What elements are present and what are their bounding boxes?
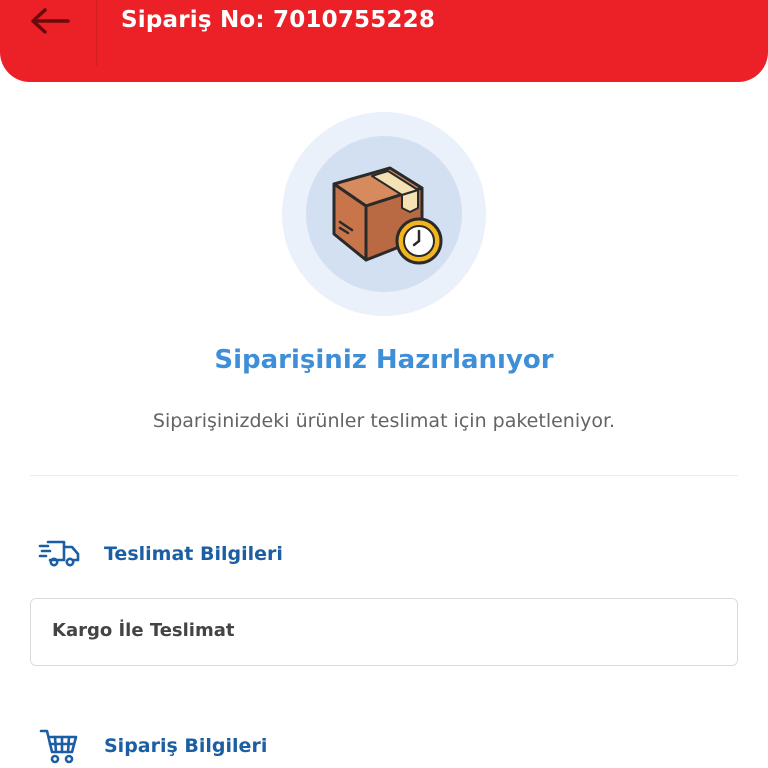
delivery-method-box: Kargo İle Teslimat xyxy=(30,598,738,666)
back-button[interactable] xyxy=(0,0,97,66)
order-number-title: Sipariş No: 7010755228 xyxy=(121,7,436,33)
package-clock-icon xyxy=(332,166,443,265)
arrow-left-icon xyxy=(31,8,70,34)
delivery-method-text: Kargo İle Teslimat xyxy=(52,620,235,641)
shopping-cart-icon xyxy=(39,729,78,764)
status-title: Siparişiniz Hazırlanıyor xyxy=(214,345,554,375)
status-description: Siparişinizdeki ürünler teslimat için pa… xyxy=(152,410,616,432)
status-illustration xyxy=(282,112,486,316)
order-info-section: Sipariş Bilgileri xyxy=(38,726,438,766)
delivery-info-section: Teslimat Bilgileri xyxy=(38,534,438,574)
divider xyxy=(30,475,738,476)
status-illustration-inner xyxy=(306,136,462,292)
order-info-label: Sipariş Bilgileri xyxy=(104,735,268,757)
delivery-info-label: Teslimat Bilgileri xyxy=(104,543,283,565)
delivery-truck-icon xyxy=(38,540,80,567)
app-header: Sipariş No: 7010755228 xyxy=(0,0,768,82)
